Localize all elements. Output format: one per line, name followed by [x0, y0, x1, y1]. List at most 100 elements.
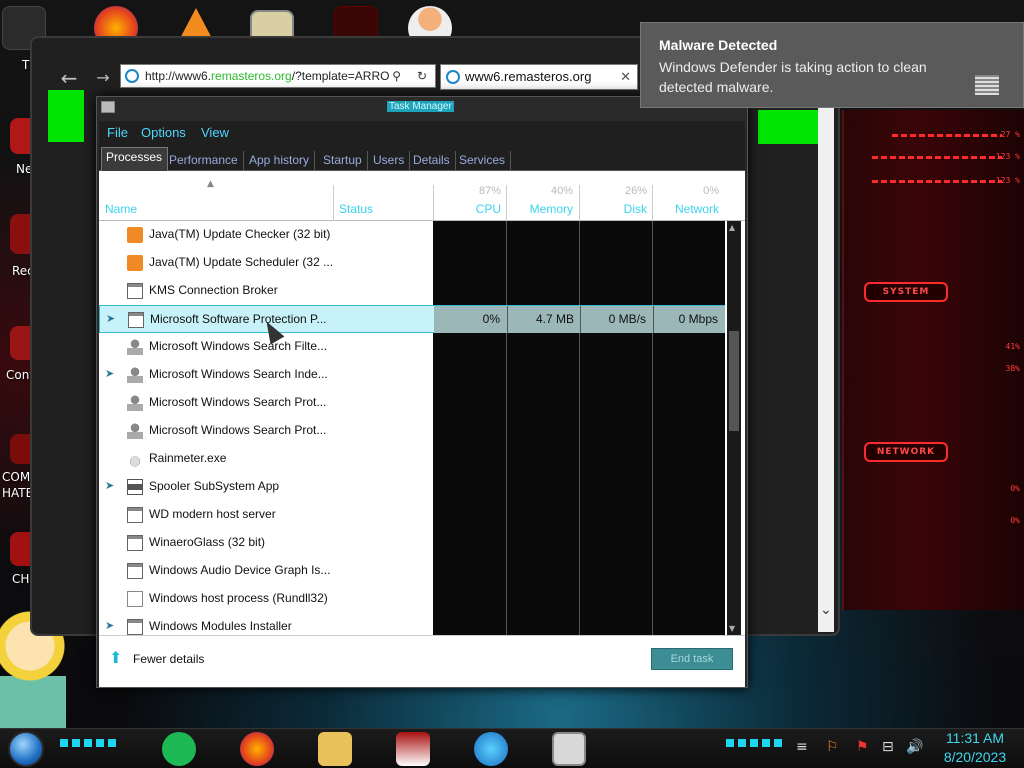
network-icon[interactable]: ⊟	[882, 739, 894, 755]
table-row[interactable]: Microsoft Windows Search Filte...	[99, 333, 725, 361]
refresh-icon[interactable]: ↻	[417, 65, 427, 87]
column-header: ▲ Name Status 87% CPU 40% Memory 26% Dis…	[99, 171, 745, 221]
internet-explorer-icon[interactable]	[474, 732, 508, 766]
expand-chevron-icon[interactable]: ➤	[105, 619, 114, 632]
process-name: Spooler SubSystem App	[149, 479, 280, 493]
taskbar-clock[interactable]: 11:31 AM 8/20/2023	[930, 729, 1020, 767]
show-hidden-icons-icon[interactable]: ≡	[796, 739, 808, 755]
start-button[interactable]	[8, 731, 44, 767]
column-divider	[579, 249, 580, 277]
tab-performance[interactable]: Performance	[165, 151, 244, 171]
menu-options[interactable]: Options	[141, 125, 186, 140]
column-cpu[interactable]: CPU	[439, 202, 501, 216]
search-icon[interactable]: ⚲	[392, 65, 401, 87]
volume-icon[interactable]: 🔊	[906, 739, 923, 755]
column-divider	[579, 389, 580, 417]
table-row[interactable]: ➤ Microsoft Windows Search Inde...	[99, 361, 725, 389]
spotify-icon[interactable]	[162, 732, 196, 766]
file-explorer-icon[interactable]	[318, 732, 352, 766]
process-name: Microsoft Software Protection P...	[150, 312, 327, 326]
column-divider	[579, 221, 580, 249]
tab-startup[interactable]: Startup	[319, 151, 368, 171]
table-row[interactable]: Windows host process (Rundll32)	[99, 585, 725, 613]
tab-users[interactable]: Users	[369, 151, 411, 171]
address-domain: remasteros.org	[211, 69, 292, 83]
fewer-details-link[interactable]: Fewer details	[133, 652, 204, 666]
browser-right-scroll[interactable]	[818, 106, 834, 632]
table-row[interactable]: Rainmeter.exe	[99, 445, 725, 473]
expand-chevron-icon[interactable]: ➤	[105, 479, 114, 492]
scroll-down-arrow-icon[interactable]: ⌄	[820, 602, 832, 618]
screen-app-icon[interactable]	[396, 732, 430, 766]
column-divider	[579, 529, 580, 557]
back-arrow-icon[interactable]: ←	[56, 66, 82, 92]
close-tab-icon[interactable]: ✕	[620, 65, 631, 89]
tab-services[interactable]: Services	[455, 151, 512, 171]
process-name: WinaeroGlass (32 bit)	[149, 535, 266, 549]
scroll-down-arrow-icon[interactable]: ▼	[729, 624, 735, 633]
column-disk[interactable]: Disk	[585, 202, 647, 216]
process-metrics	[433, 389, 725, 417]
column-divider	[506, 501, 507, 529]
tab-app-history[interactable]: App history	[245, 151, 316, 171]
address-prefix: http://www6.	[145, 69, 212, 83]
java-tray-icon[interactable]: ⚐	[826, 739, 839, 755]
column-divider	[506, 185, 507, 221]
column-divider	[506, 221, 507, 249]
process-metrics	[433, 501, 725, 529]
column-divider	[506, 529, 507, 557]
column-divider	[652, 249, 653, 277]
scrollbar-thumb[interactable]	[729, 331, 739, 431]
address-suffix: /?template=ARRO	[291, 69, 390, 83]
firefox-taskbar-icon[interactable]	[240, 732, 274, 766]
defender-alert-icon[interactable]: ⚑	[856, 739, 869, 755]
column-divider	[652, 473, 653, 501]
collapse-arrow-icon[interactable]: ⬆	[109, 648, 122, 667]
column-memory[interactable]: Memory	[511, 202, 573, 216]
column-divider	[579, 445, 580, 473]
widget-value: 38%	[1005, 364, 1020, 373]
process-name: Windows host process (Rundll32)	[149, 591, 328, 605]
tab-details[interactable]: Details	[409, 151, 456, 171]
scroll-up-arrow-icon[interactable]: ▲	[729, 223, 735, 232]
table-row[interactable]: KMS Connection Broker	[99, 277, 725, 305]
column-divider	[506, 613, 507, 635]
table-row[interactable]: ➤ Microsoft Software Protection P... 0% 4.7…	[99, 305, 725, 334]
document-icon	[127, 591, 143, 607]
column-divider	[652, 445, 653, 473]
address-bar[interactable]: http://www6.remasteros.org/?template=ARR…	[120, 64, 436, 88]
browser-tab[interactable]: www6.remasteros.org ✕	[440, 64, 638, 90]
column-status[interactable]: Status	[339, 202, 373, 216]
column-network[interactable]: Network	[657, 202, 719, 216]
tab-bar: Processes Performance App history Startu…	[99, 145, 745, 171]
table-row[interactable]: Java(TM) Update Checker (32 bit)	[99, 221, 725, 249]
malware-notification[interactable]: Malware Detected Windows Defender is tak…	[640, 22, 1024, 108]
forward-arrow-icon[interactable]: →	[90, 66, 116, 92]
table-row[interactable]: Java(TM) Update Scheduler (32 ...	[99, 249, 725, 277]
column-name[interactable]: Name	[105, 202, 137, 216]
tab-processes[interactable]: Processes	[101, 147, 169, 171]
process-list-scrollbar[interactable]: ▲ ▼	[727, 221, 741, 635]
table-row[interactable]: ➤ Spooler SubSystem App	[99, 473, 725, 501]
column-divider	[506, 557, 507, 585]
menu-view[interactable]: View	[201, 125, 229, 140]
footer-bar: ⬆ Fewer details End task	[99, 635, 745, 687]
table-row[interactable]: Microsoft Windows Search Prot...	[99, 417, 725, 445]
table-row[interactable]: Windows Audio Device Graph Is...	[99, 557, 725, 585]
column-divider	[506, 417, 507, 445]
task-manager-taskbar-icon[interactable]	[552, 732, 586, 766]
table-row[interactable]: WinaeroGlass (32 bit)	[99, 529, 725, 557]
end-task-button[interactable]: End task	[651, 648, 733, 670]
table-row[interactable]: WD modern host server	[99, 501, 725, 529]
column-divider	[506, 249, 507, 277]
printer-icon	[127, 479, 143, 495]
table-row[interactable]: ➤ Windows Modules Installer	[99, 613, 725, 635]
widget-value: 0%	[1010, 484, 1020, 493]
process-metrics: 0% 4.7 MB 0 MB/s 0 Mbps	[434, 306, 725, 334]
sort-up-icon: ▲	[207, 179, 214, 189]
table-row[interactable]: Microsoft Windows Search Prot...	[99, 389, 725, 417]
taskbar-accent	[726, 739, 782, 747]
expand-chevron-icon[interactable]: ➤	[105, 367, 114, 380]
menu-file[interactable]: File	[107, 125, 128, 140]
expand-chevron-icon[interactable]: ➤	[106, 312, 115, 325]
